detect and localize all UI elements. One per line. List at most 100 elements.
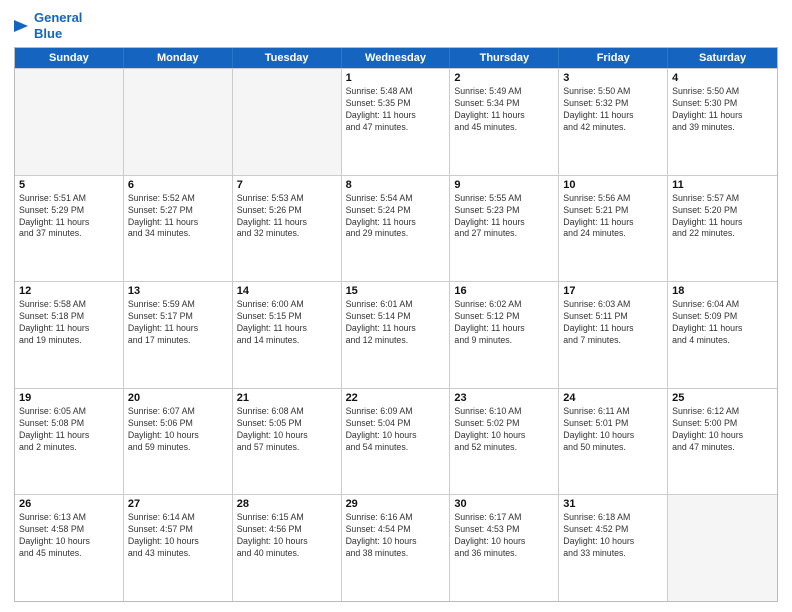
day-info: Sunrise: 5:58 AM Sunset: 5:18 PM Dayligh… [19, 299, 119, 347]
day-number: 1 [346, 72, 446, 84]
day-number: 20 [128, 392, 228, 404]
day-info: Sunrise: 5:50 AM Sunset: 5:32 PM Dayligh… [563, 86, 663, 134]
day-number: 16 [454, 285, 554, 297]
day-cell-4: 4Sunrise: 5:50 AM Sunset: 5:30 PM Daylig… [668, 69, 777, 175]
calendar-week-5: 26 Sunrise: 6:13 AM Sunset: 4:58 PM Dayli… [15, 494, 777, 601]
day-cell-1: 1Sunrise: 5:48 AM Sunset: 5:35 PM Daylig… [342, 69, 451, 175]
day-info: Sunrise: 6:08 AM Sunset: 5:05 PM Dayligh… [237, 406, 337, 454]
day-number: 13 [128, 285, 228, 297]
header-cell-monday: Monday [124, 48, 233, 68]
day-info: Sunrise: 6:02 AM Sunset: 5:12 PM Dayligh… [454, 299, 554, 347]
calendar-body: 1Sunrise: 5:48 AM Sunset: 5:35 PM Daylig… [15, 68, 777, 601]
day-cell-20: 20 Sunrise: 6:07 AM Sunset: 5:06 PM Dayli… [124, 389, 233, 495]
day-number: 10 [563, 179, 663, 191]
header-cell-sunday: Sunday [15, 48, 124, 68]
day-info: Sunrise: 6:00 AM Sunset: 5:15 PM Dayligh… [237, 299, 337, 347]
day-info: Sunrise: 6:04 AM Sunset: 5:09 PM Dayligh… [672, 299, 773, 347]
day-info: Sunrise: 6:18 AM Sunset: 4:52 PM Dayligh… [563, 512, 663, 560]
calendar-week-2: 5 Sunrise: 5:51 AM Sunset: 5:29 PM Daylig… [15, 175, 777, 282]
day-number: 28 [237, 498, 337, 510]
day-cell-22: 22 Sunrise: 6:09 AM Sunset: 5:04 PM Dayli… [342, 389, 451, 495]
day-number: 17 [563, 285, 663, 297]
day-info: Sunrise: 5:55 AM Sunset: 5:23 PM Dayligh… [454, 193, 554, 241]
day-number: 24 [563, 392, 663, 404]
day-cell-14: 14 Sunrise: 6:00 AM Sunset: 5:15 PM Dayli… [233, 282, 342, 388]
day-number: 25 [672, 392, 773, 404]
day-number: 23 [454, 392, 554, 404]
day-cell-16: 16 Sunrise: 6:02 AM Sunset: 5:12 PM Dayli… [450, 282, 559, 388]
day-number: 18 [672, 285, 773, 297]
day-info: Sunrise: 6:09 AM Sunset: 5:04 PM Dayligh… [346, 406, 446, 454]
day-number: 14 [237, 285, 337, 297]
day-cell-7: 7 Sunrise: 5:53 AM Sunset: 5:26 PM Daylig… [233, 176, 342, 282]
day-cell-12: 12Sunrise: 5:58 AM Sunset: 5:18 PM Dayli… [15, 282, 124, 388]
day-info: Sunrise: 6:13 AM Sunset: 4:58 PM Dayligh… [19, 512, 119, 560]
day-info: Sunrise: 5:59 AM Sunset: 5:17 PM Dayligh… [128, 299, 228, 347]
day-number: 19 [19, 392, 119, 404]
day-cell-13: 13 Sunrise: 5:59 AM Sunset: 5:17 PM Dayli… [124, 282, 233, 388]
header-cell-wednesday: Wednesday [342, 48, 451, 68]
day-info: Sunrise: 6:03 AM Sunset: 5:11 PM Dayligh… [563, 299, 663, 347]
day-cell-2: 2Sunrise: 5:49 AM Sunset: 5:34 PM Daylig… [450, 69, 559, 175]
day-info: Sunrise: 5:51 AM Sunset: 5:29 PM Dayligh… [19, 193, 119, 241]
day-number: 31 [563, 498, 663, 510]
day-number: 9 [454, 179, 554, 191]
calendar-week-1: 1Sunrise: 5:48 AM Sunset: 5:35 PM Daylig… [15, 68, 777, 175]
day-cell-24: 24 Sunrise: 6:11 AM Sunset: 5:01 PM Dayli… [559, 389, 668, 495]
day-cell-10: 10 Sunrise: 5:56 AM Sunset: 5:21 PM Dayli… [559, 176, 668, 282]
day-info: Sunrise: 6:12 AM Sunset: 5:00 PM Dayligh… [672, 406, 773, 454]
day-number: 11 [672, 179, 773, 191]
logo-triangle-icon [14, 12, 30, 40]
header-cell-friday: Friday [559, 48, 668, 68]
day-info: Sunrise: 5:57 AM Sunset: 5:20 PM Dayligh… [672, 193, 773, 241]
day-cell-30: 30 Sunrise: 6:17 AM Sunset: 4:53 PM Dayli… [450, 495, 559, 601]
day-info: Sunrise: 6:17 AM Sunset: 4:53 PM Dayligh… [454, 512, 554, 560]
day-cell-15: 15Sunrise: 6:01 AM Sunset: 5:14 PM Dayli… [342, 282, 451, 388]
day-cell-31: 31 Sunrise: 6:18 AM Sunset: 4:52 PM Dayli… [559, 495, 668, 601]
day-info: Sunrise: 6:07 AM Sunset: 5:06 PM Dayligh… [128, 406, 228, 454]
day-cell-26: 26 Sunrise: 6:13 AM Sunset: 4:58 PM Dayli… [15, 495, 124, 601]
day-number: 4 [672, 72, 773, 84]
header-cell-thursday: Thursday [450, 48, 559, 68]
day-cell-11: 11 Sunrise: 5:57 AM Sunset: 5:20 PM Dayli… [668, 176, 777, 282]
day-cell-9: 9 Sunrise: 5:55 AM Sunset: 5:23 PM Daylig… [450, 176, 559, 282]
day-cell-empty-0-2 [233, 69, 342, 175]
day-cell-27: 27Sunrise: 6:14 AM Sunset: 4:57 PM Dayli… [124, 495, 233, 601]
day-info: Sunrise: 5:56 AM Sunset: 5:21 PM Dayligh… [563, 193, 663, 241]
day-cell-18: 18 Sunrise: 6:04 AM Sunset: 5:09 PM Dayli… [668, 282, 777, 388]
day-info: Sunrise: 5:52 AM Sunset: 5:27 PM Dayligh… [128, 193, 228, 241]
day-number: 26 [19, 498, 119, 510]
day-number: 7 [237, 179, 337, 191]
day-info: Sunrise: 6:10 AM Sunset: 5:02 PM Dayligh… [454, 406, 554, 454]
day-number: 2 [454, 72, 554, 84]
header-cell-saturday: Saturday [668, 48, 777, 68]
header-cell-tuesday: Tuesday [233, 48, 342, 68]
day-cell-21: 21 Sunrise: 6:08 AM Sunset: 5:05 PM Dayli… [233, 389, 342, 495]
day-info: Sunrise: 5:53 AM Sunset: 5:26 PM Dayligh… [237, 193, 337, 241]
day-cell-25: 25 Sunrise: 6:12 AM Sunset: 5:00 PM Dayli… [668, 389, 777, 495]
day-number: 22 [346, 392, 446, 404]
day-number: 30 [454, 498, 554, 510]
day-number: 21 [237, 392, 337, 404]
day-cell-empty-4-6 [668, 495, 777, 601]
day-info: Sunrise: 6:15 AM Sunset: 4:56 PM Dayligh… [237, 512, 337, 560]
day-number: 6 [128, 179, 228, 191]
day-number: 5 [19, 179, 119, 191]
calendar-week-3: 12Sunrise: 5:58 AM Sunset: 5:18 PM Dayli… [15, 281, 777, 388]
calendar: SundayMondayTuesdayWednesdayThursdayFrid… [14, 47, 778, 602]
logo: GeneralBlue [14, 10, 82, 41]
day-cell-23: 23 Sunrise: 6:10 AM Sunset: 5:02 PM Dayli… [450, 389, 559, 495]
calendar-week-4: 19Sunrise: 6:05 AM Sunset: 5:08 PM Dayli… [15, 388, 777, 495]
day-number: 8 [346, 179, 446, 191]
day-info: Sunrise: 5:54 AM Sunset: 5:24 PM Dayligh… [346, 193, 446, 241]
calendar-header-row: SundayMondayTuesdayWednesdayThursdayFrid… [15, 48, 777, 68]
header: GeneralBlue [14, 10, 778, 41]
day-info: Sunrise: 6:14 AM Sunset: 4:57 PM Dayligh… [128, 512, 228, 560]
day-number: 29 [346, 498, 446, 510]
day-cell-28: 28 Sunrise: 6:15 AM Sunset: 4:56 PM Dayli… [233, 495, 342, 601]
day-info: Sunrise: 6:01 AM Sunset: 5:14 PM Dayligh… [346, 299, 446, 347]
day-info: Sunrise: 6:16 AM Sunset: 4:54 PM Dayligh… [346, 512, 446, 560]
day-info: Sunrise: 6:11 AM Sunset: 5:01 PM Dayligh… [563, 406, 663, 454]
day-cell-empty-0-1 [124, 69, 233, 175]
day-cell-19: 19Sunrise: 6:05 AM Sunset: 5:08 PM Dayli… [15, 389, 124, 495]
